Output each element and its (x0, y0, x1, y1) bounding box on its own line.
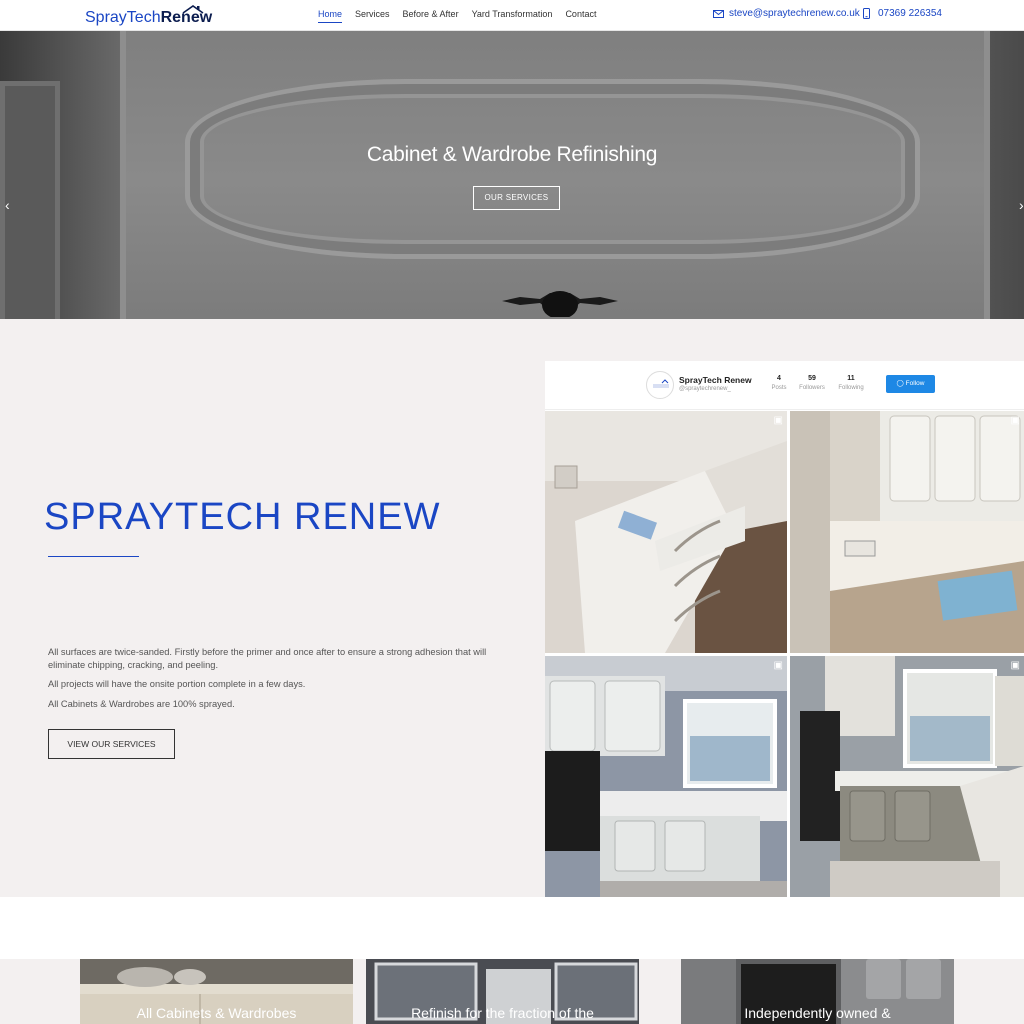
post-2-image (790, 411, 1024, 653)
hero-services-button[interactable]: OUR SERVICES (473, 186, 560, 210)
about-heading: SPRAYTECH RENEW (44, 496, 441, 538)
feature-card-2[interactable]: Refinish for the fraction of the (366, 959, 639, 1024)
carousel-post-icon-3: ▣ (1010, 660, 1020, 671)
email-text: steve@spraytechrenew.co.uk (729, 8, 860, 19)
followers-stat: 59 Followers (795, 375, 829, 391)
instagram-feed-widget: SprayTech Renew @spraytechrenew_ 4 Posts… (545, 361, 1024, 897)
posts-count: 4 (777, 375, 781, 382)
hero-title: Cabinet & Wardrobe Refinishing (366, 143, 658, 166)
feature-card-3-text: Independently owned & (744, 1005, 891, 1021)
house-roof-icon (182, 5, 204, 14)
instagram-profile-header: SprayTech Renew @spraytechrenew_ 4 Posts… (545, 361, 1024, 410)
avatar-logo-icon (653, 379, 669, 388)
about-paragraph-2: All projects will have the onsite portio… (48, 679, 306, 689)
site-logo[interactable]: SprayTech Renew (85, 5, 212, 27)
followers-count: 59 (808, 375, 816, 382)
feature-card-3[interactable]: Independently owned & (681, 959, 954, 1024)
phone-icon (863, 8, 870, 19)
email-link[interactable]: steve@spraytechrenew.co.uk (713, 8, 860, 19)
instagram-icon: ◯ (896, 380, 904, 387)
post-4-image (790, 656, 1024, 897)
posts-stat: 4 Posts (762, 375, 796, 391)
main-nav: Home Services Before & After Yard Transf… (318, 8, 609, 23)
profile-avatar[interactable] (646, 371, 674, 399)
nav-services[interactable]: Services (355, 8, 390, 23)
instagram-post-4[interactable]: ▣ (790, 656, 1024, 897)
carousel-post-icon: ▣ (1010, 415, 1020, 426)
profile-name[interactable]: SprayTech Renew (679, 375, 752, 385)
prev-slide-arrow-icon[interactable]: ‹ (5, 197, 10, 213)
video-post-icon: ▣ (773, 415, 783, 426)
post-3-image (545, 656, 787, 897)
site-header: SprayTech Renew Home Services Before & Af… (0, 0, 1024, 31)
phone-link[interactable]: 07369 226354 (863, 8, 942, 19)
following-count: 11 (847, 375, 855, 382)
about-paragraph-1: All surfaces are twice-sanded. Firstly b… (48, 647, 487, 670)
feature-card-1-text: All Cabinets & Wardrobes (136, 1005, 297, 1021)
logo-text-spraytech: SprayTech (85, 9, 161, 26)
carousel-post-icon-2: ▣ (773, 660, 783, 671)
instagram-post-1[interactable]: ▣ (545, 411, 787, 653)
follow-button[interactable]: ◯ Follow (886, 375, 935, 393)
feature-card-2-text: Refinish for the fraction of the (411, 1005, 594, 1021)
phone-text: 07369 226354 (878, 8, 942, 19)
nav-yard-transformation[interactable]: Yard Transformation (472, 8, 553, 23)
followers-label: Followers (799, 385, 825, 391)
following-stat: 11 Following (834, 375, 868, 391)
post-1-image (545, 411, 787, 653)
nav-before-after[interactable]: Before & After (403, 8, 459, 23)
instagram-post-3[interactable]: ▣ (545, 656, 787, 897)
instagram-post-2[interactable]: ▣ (790, 411, 1024, 653)
envelope-icon (713, 9, 724, 18)
about-paragraph-3: All Cabinets & Wardrobes are 100% spraye… (48, 699, 235, 709)
next-slide-arrow-icon[interactable]: › (1019, 197, 1024, 213)
follow-label: Follow (905, 380, 925, 387)
door-knob-image (502, 291, 618, 317)
nav-contact[interactable]: Contact (565, 8, 596, 23)
view-services-button[interactable]: VIEW OUR SERVICES (48, 729, 175, 759)
profile-handle: @spraytechrenew_ (679, 386, 731, 392)
feature-card-1[interactable]: All Cabinets & Wardrobes (80, 959, 353, 1024)
hero-slider: ‹ › (0, 31, 1024, 319)
following-label: Following (838, 385, 864, 391)
posts-label: Posts (771, 385, 787, 391)
door-inner-moulding (185, 79, 920, 259)
heading-underline (48, 556, 139, 557)
nav-home[interactable]: Home (318, 8, 343, 23)
